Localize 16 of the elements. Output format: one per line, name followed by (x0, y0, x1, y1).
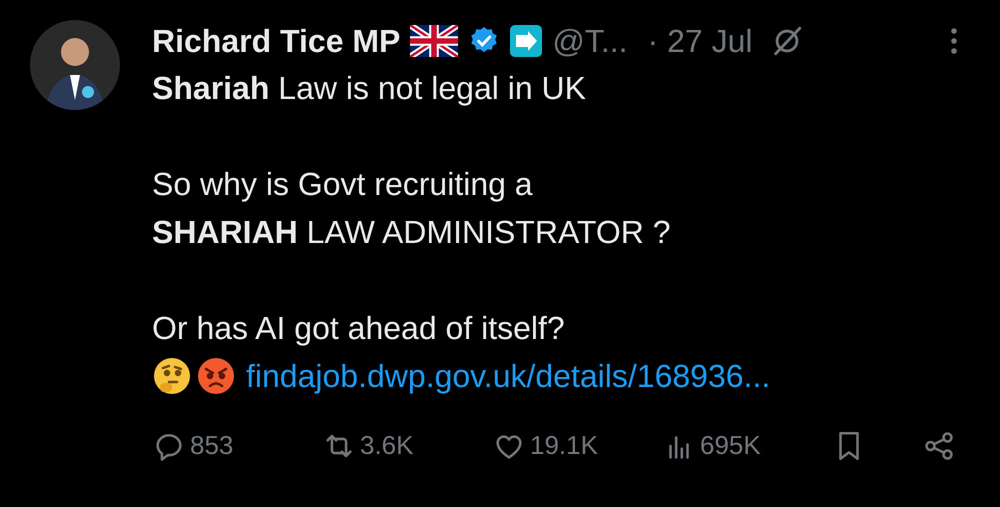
post-text-line: Shariah Law is not legal in UK (152, 69, 587, 108)
post-text-line: So why is Govt recruiting a (152, 165, 534, 204)
repost-action[interactable]: 3.6K (322, 426, 492, 465)
post-text-line: Or has AI got ahead of itself? (152, 309, 566, 348)
author-name[interactable]: Richard Tice MP (152, 17, 400, 65)
author-handle[interactable]: @T... (552, 17, 628, 65)
like-action[interactable]: 19.1K (492, 426, 662, 465)
job-link[interactable]: findajob.dwp.gov.uk/details/168936... (246, 352, 770, 400)
views-action[interactable]: 695K (662, 426, 832, 465)
angry-face-icon (196, 356, 236, 396)
flag-icon (410, 25, 458, 57)
thinking-face-icon (152, 356, 192, 396)
post-text-line: SHARIAH LAW ADMINISTRATOR ? (152, 213, 672, 252)
reply-action[interactable]: 853 (152, 426, 322, 465)
post-date[interactable]: · 27 Jul (648, 17, 752, 65)
arrow-logo-icon (510, 25, 542, 57)
